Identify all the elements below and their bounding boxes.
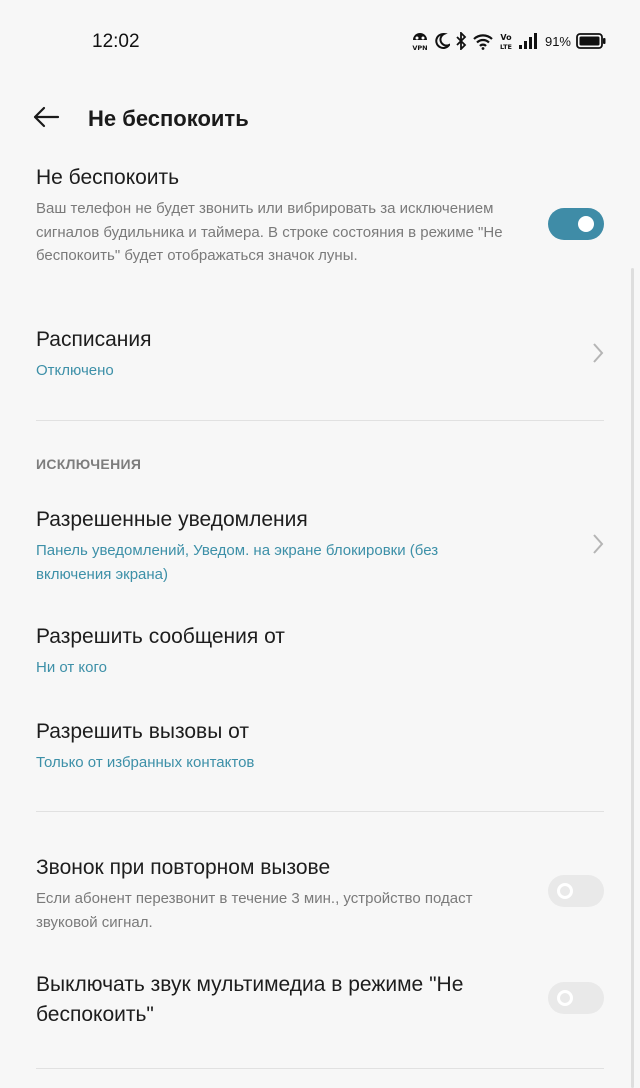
schedules-title: Расписания bbox=[36, 328, 152, 351]
moon-icon bbox=[434, 32, 450, 50]
repeat-calls-title: Звонок при повторном вызове bbox=[36, 856, 331, 879]
allow-calls-value: Только от избранных контактов bbox=[36, 754, 255, 771]
scrollbar[interactable] bbox=[631, 268, 634, 1088]
bluetooth-icon bbox=[455, 32, 467, 50]
mute-media-title: Выключать звук мультимедиа в режиме "Не … bbox=[36, 973, 464, 1026]
schedules-value: Отключено bbox=[36, 362, 114, 379]
schedules-row[interactable]: Расписания Отключено bbox=[36, 325, 604, 383]
chevron-right-icon bbox=[592, 533, 604, 560]
toggle-knob bbox=[578, 216, 594, 232]
allow-messages-title: Разрешить сообщения от bbox=[36, 625, 285, 648]
vpn-icon: VPN bbox=[411, 31, 429, 51]
allowed-notifications-row[interactable]: Разрешенные уведомления Панель уведомлен… bbox=[36, 505, 604, 586]
allowed-notifications-title: Разрешенные уведомления bbox=[36, 508, 308, 531]
repeat-calls-description: Если абонент перезвонит в течение 3 мин.… bbox=[36, 890, 473, 931]
allowed-notifications-value: Панель уведомлений, Уведом. на экране бл… bbox=[36, 542, 439, 583]
repeat-calls-toggle[interactable] bbox=[548, 875, 604, 907]
wifi-icon bbox=[472, 32, 494, 50]
status-bar: 12:02 VPN Vo LTE 91% bbox=[0, 0, 640, 84]
mute-media-toggle[interactable] bbox=[548, 982, 604, 1014]
chevron-right-icon bbox=[592, 342, 604, 369]
allow-messages-value: Ни от кого bbox=[36, 659, 107, 676]
dnd-title: Не беспокоить bbox=[36, 166, 180, 189]
dnd-toggle[interactable] bbox=[548, 208, 604, 240]
status-time: 12:02 bbox=[92, 31, 140, 52]
divider bbox=[36, 1068, 604, 1069]
toggle-knob bbox=[557, 990, 573, 1006]
battery-percent: 91% bbox=[544, 33, 571, 49]
allow-messages-row[interactable]: Разрешить сообщения от Ни от кого bbox=[36, 622, 604, 680]
toggle-knob bbox=[557, 883, 573, 899]
back-button[interactable] bbox=[26, 102, 66, 136]
volte-icon: Vo LTE bbox=[499, 31, 513, 51]
status-icons: VPN Vo LTE 91% bbox=[411, 30, 606, 52]
repeat-calls-row[interactable]: Звонок при повторном вызове Если абонент… bbox=[36, 853, 604, 934]
battery-icon bbox=[576, 33, 606, 49]
svg-text:LTE: LTE bbox=[500, 43, 512, 51]
divider bbox=[36, 420, 604, 421]
dnd-description: Ваш телефон не будет звонить или вибриро… bbox=[36, 200, 503, 264]
arrow-left-icon bbox=[32, 106, 60, 133]
dnd-row[interactable]: Не беспокоить Ваш телефон не будет звони… bbox=[36, 163, 604, 268]
section-header-exceptions: ИСКЛЮЧЕНИЯ bbox=[36, 456, 142, 472]
mute-media-row[interactable]: Выключать звук мультимедиа в режиме "Не … bbox=[36, 970, 604, 1030]
signal-icon bbox=[518, 32, 538, 50]
divider bbox=[36, 811, 604, 812]
allow-calls-title: Разрешить вызовы от bbox=[36, 720, 249, 743]
app-bar: Не беспокоить bbox=[0, 88, 640, 150]
svg-text:Vo: Vo bbox=[500, 33, 512, 42]
allow-calls-row[interactable]: Разрешить вызовы от Только от избранных … bbox=[36, 717, 604, 775]
page-title: Не беспокоить bbox=[88, 106, 249, 131]
svg-text:VPN: VPN bbox=[412, 44, 427, 51]
